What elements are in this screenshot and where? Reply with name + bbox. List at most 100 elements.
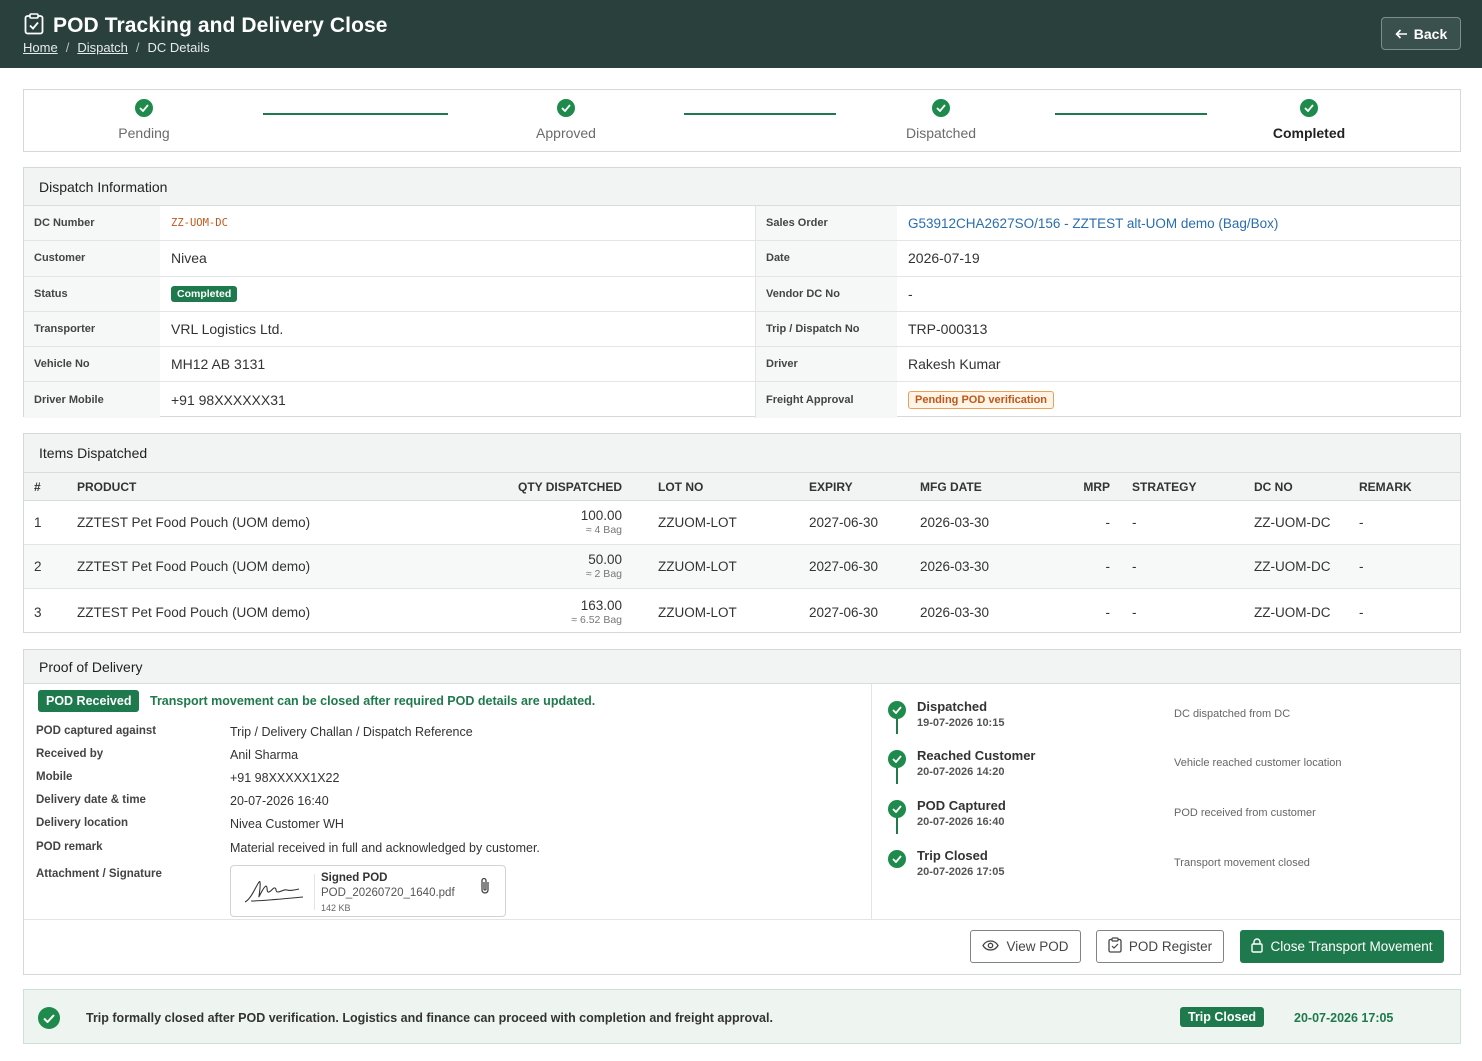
cell-expiry: 2027-06-30 xyxy=(809,604,879,620)
column-header: MRP xyxy=(1044,472,1110,501)
check-circle-icon xyxy=(38,1007,60,1029)
qty-cell: 50.00 ≈ 2 Bag xyxy=(477,544,622,589)
back-button[interactable]: Back xyxy=(1381,17,1461,50)
field-label: Sales Order xyxy=(755,206,897,242)
pod-register-label: POD Register xyxy=(1128,939,1213,954)
back-label: Back xyxy=(1413,25,1448,42)
close-transport-movement-button[interactable]: Close Transport Movement xyxy=(1240,930,1444,963)
cell-lot: ZZUOM-LOT xyxy=(622,500,773,545)
close-transport-label: Close Transport Movement xyxy=(1270,939,1433,954)
column-header: MFG DATE xyxy=(884,472,1044,501)
attachment-size: 142 KB xyxy=(321,903,351,913)
timeline-event-name: Trip Closed xyxy=(917,848,988,863)
timeline-event-desc: DC dispatched from DC xyxy=(1174,708,1291,720)
customer-value: Nivea xyxy=(160,241,755,277)
check-circle-icon xyxy=(888,750,906,768)
attachment-card[interactable]: Signed POD POD_20260720_1640.pdf 142 KB xyxy=(230,865,506,917)
table-row: 2 ZZTEST Pet Food Pouch (UOM demo) 50.00 ≈ … xyxy=(24,544,1460,589)
pod-field-label: Delivery location xyxy=(36,817,129,829)
qty-alt-uom: ≈ 2 Bag xyxy=(585,568,622,581)
driver-mobile-value: +91 98XXXXXX31 xyxy=(171,392,286,409)
banner-message: Trip formally closed after POD verificat… xyxy=(86,1011,773,1025)
field-label: Freight Approval xyxy=(755,382,897,418)
cell-mrp: - xyxy=(1105,604,1111,620)
field-label: Status xyxy=(24,276,160,312)
timeline-event-time: 20-07-2026 14:20 xyxy=(917,766,1005,778)
cell-remark: - xyxy=(1337,544,1460,589)
step-label: Dispatched xyxy=(905,125,977,141)
table-header-row: # PRODUCT QTY DISPATCHED LOT NO EXPIRY M… xyxy=(24,472,1460,501)
cell-strategy: - xyxy=(1132,604,1137,620)
timeline-event-name: Dispatched xyxy=(917,699,988,714)
dc-number-value: ZZ-UOM-DC xyxy=(160,206,755,242)
cell-strategy: - xyxy=(1110,544,1232,589)
panel-heading: Dispatch Information xyxy=(24,168,1460,206)
qty-value: 100.00 xyxy=(580,508,622,524)
pod-field-label: Delivery date & time xyxy=(36,794,146,806)
cell-strategy: - xyxy=(1110,500,1232,545)
breadcrumb-dispatch[interactable]: Dispatch xyxy=(77,40,128,55)
column-header: STRATEGY xyxy=(1110,472,1232,501)
check-circle-icon xyxy=(888,800,906,818)
check-circle-icon xyxy=(888,850,906,868)
check-circle-icon xyxy=(888,701,906,719)
field-label: Vendor DC No xyxy=(755,276,897,312)
page-title: POD Tracking and Delivery Close xyxy=(53,13,388,37)
panel-heading: Proof of Delivery xyxy=(24,650,1460,684)
cell-expiry: 2027-06-30 xyxy=(773,500,884,545)
title-row: POD Tracking and Delivery Close xyxy=(24,13,388,38)
field-label: Customer xyxy=(24,241,160,277)
attachment-title: Signed POD xyxy=(321,872,388,884)
cell-product: ZZTEST Pet Food Pouch (UOM demo) xyxy=(77,604,311,620)
step-label: Pending xyxy=(118,125,170,141)
pod-field-label: POD captured against xyxy=(36,725,157,737)
dispatch-information-panel: Dispatch Information DC Number ZZ-UOM-DC… xyxy=(23,167,1462,418)
sales-order-link[interactable]: G53912CHA2627SO/156 - ZZTEST alt-UOM dem… xyxy=(908,216,1278,231)
cell-dc-no: ZZ-UOM-DC xyxy=(1232,500,1337,545)
pod-field-value: 20-07-2026 16:40 xyxy=(230,794,329,808)
field-label: Date xyxy=(755,241,897,277)
driver-value: Rakesh Kumar xyxy=(897,347,1462,383)
paperclip-icon[interactable] xyxy=(479,876,491,899)
field-label: Driver Mobile xyxy=(24,382,160,418)
transporter-value: VRL Logistics Ltd. xyxy=(160,312,755,348)
date-value: 2026-07-19 xyxy=(897,241,1462,277)
items-dispatched-panel: Items Dispatched # PRODUCT QTY DISPATCHE… xyxy=(23,433,1461,633)
breadcrumb-current: DC Details xyxy=(147,40,210,55)
step-completed: Completed xyxy=(1249,99,1369,141)
qty-value: 50.00 xyxy=(588,552,622,568)
cell-product: ZZTEST Pet Food Pouch (UOM demo) xyxy=(77,544,477,589)
field-label: Vehicle No xyxy=(24,347,160,383)
step-connector xyxy=(263,113,448,115)
cell-mfg: 2026-03-30 xyxy=(920,604,990,620)
pod-register-button[interactable]: POD Register xyxy=(1096,930,1224,963)
cell-remark: - xyxy=(1359,604,1364,620)
status-badge: Completed xyxy=(171,285,238,302)
cell-no: 1 xyxy=(24,500,77,545)
delivery-timeline: Dispatched 19-07-2026 10:15 DC dispatche… xyxy=(872,684,1460,920)
table-row: 1 ZZTEST Pet Food Pouch (UOM demo) 100.00 ≈… xyxy=(24,500,1460,545)
timeline-event-time: 19-07-2026 10:15 xyxy=(917,717,1005,729)
pod-field-value: +91 98XXXXX1X22 xyxy=(230,771,340,785)
signature-image xyxy=(239,874,315,910)
view-pod-label: View POD xyxy=(1006,939,1069,954)
column-header: QTY DISPATCHED xyxy=(477,472,622,501)
pod-details: POD Received Transport movement can be c… xyxy=(24,684,872,920)
timeline-event-desc: Transport movement closed xyxy=(1174,857,1310,869)
pod-field-label: Mobile xyxy=(36,771,73,783)
check-circle-icon xyxy=(1300,99,1318,117)
cell-mfg: 2026-03-30 xyxy=(884,544,1044,589)
proof-of-delivery-panel: Proof of Delivery POD Received Transport… xyxy=(23,649,1461,975)
cell-mfg: 2026-03-30 xyxy=(884,500,1044,545)
view-pod-button[interactable]: View POD xyxy=(970,930,1081,963)
column-header: DC NO xyxy=(1232,472,1337,501)
vendor-dc-value: - xyxy=(897,277,1462,312)
clipboard-check-icon xyxy=(24,13,44,38)
step-connector xyxy=(1055,113,1207,115)
dispatch-info-grid: DC Number ZZ-UOM-DC Sales Order G53912CH… xyxy=(24,206,1462,418)
pod-field-label: Received by xyxy=(36,748,104,760)
breadcrumb-home[interactable]: Home xyxy=(23,40,58,55)
cell-expiry: 2027-06-30 xyxy=(773,544,884,589)
status-stepper: Pending Approved Dispatched Completed xyxy=(23,89,1461,152)
check-circle-icon xyxy=(932,99,950,117)
